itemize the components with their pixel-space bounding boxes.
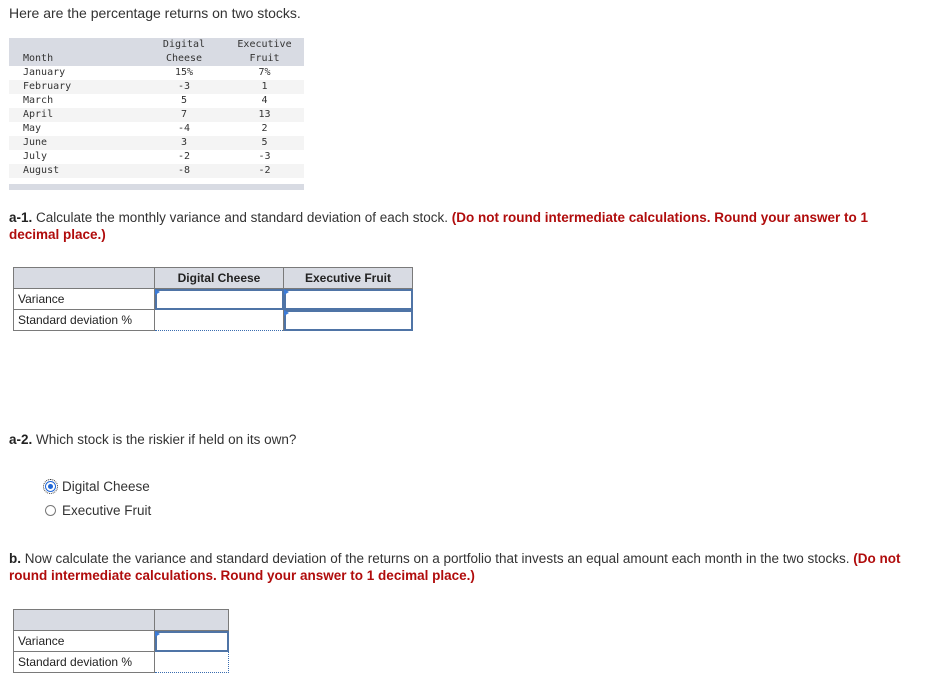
table-row: July -2 -3: [9, 150, 304, 164]
question-a1: a-1. Calculate the monthly variance and …: [9, 209, 909, 243]
digital-cheese-return: 15%: [174, 67, 194, 78]
executive-fruit-return: 2: [261, 123, 268, 134]
variance-executive-fruit-input[interactable]: [283, 288, 413, 310]
question-a2-label: a-2.: [9, 432, 33, 447]
radio-option-executive-fruit[interactable]: Executive Fruit: [45, 503, 151, 518]
std-dev-digital-cheese-input[interactable]: [154, 309, 284, 331]
table-row: April 7 13: [9, 108, 304, 122]
question-a1-text: Calculate the monthly variance and stand…: [32, 210, 452, 225]
radio-unselected-icon[interactable]: [45, 505, 56, 516]
row-label-variance: Variance: [13, 288, 155, 310]
table-footer-bar: [9, 184, 304, 190]
answer-row-variance: Variance: [13, 288, 413, 310]
digital-cheese-return: 7: [143, 108, 225, 122]
radio-selected-icon[interactable]: [43, 479, 58, 494]
table-row: February -3 1: [9, 80, 304, 94]
answer-table-header: Digital Cheese Executive Fruit: [13, 267, 413, 289]
month-cell: February: [9, 80, 143, 94]
intro-text: Here are the percentage returns on two s…: [9, 5, 301, 21]
month-cell: May: [23, 123, 42, 134]
col-header-executive-fruit: Executive Fruit: [283, 267, 413, 289]
answer-table-b: Variance Standard deviation %: [13, 609, 229, 673]
input-flag-icon: [155, 289, 160, 295]
executive-fruit-return: 13: [225, 108, 304, 122]
table-row: June 3 5: [9, 136, 304, 150]
executive-fruit-return: 7%: [258, 67, 271, 78]
executive-fruit-return: -2: [225, 164, 304, 178]
answer-row-std-dev: Standard deviation %: [13, 309, 413, 331]
question-a2: a-2. Which stock is the riskier if held …: [9, 431, 296, 448]
col-header-digital-cheese: Digital Cheese: [154, 267, 284, 289]
portfolio-variance-input[interactable]: [154, 630, 229, 652]
executive-fruit-return: 4: [261, 95, 268, 106]
portfolio-std-dev-input[interactable]: [154, 651, 229, 673]
table-header-row: Month Cheese Fruit: [9, 52, 304, 66]
row-label-variance: Variance: [13, 630, 155, 652]
month-cell: July: [23, 151, 48, 162]
input-flag-icon: [155, 631, 160, 637]
table-row: January 15% 7%: [9, 66, 304, 80]
answer-row-variance: Variance: [13, 630, 229, 652]
digital-cheese-return: -4: [177, 123, 191, 134]
digital-cheese-return: -3: [143, 80, 225, 94]
header-digital-line2: Cheese: [165, 53, 203, 64]
table-row: May -4 2: [9, 122, 304, 136]
digital-cheese-return: 5: [180, 95, 188, 106]
input-flag-icon: [284, 289, 289, 295]
question-b: b. Now calculate the variance and standa…: [9, 550, 909, 584]
executive-fruit-return: -3: [258, 151, 271, 162]
header-digital-line1: Digital: [162, 39, 206, 50]
digital-cheese-return: -2: [177, 151, 191, 162]
table-header-row: Digital Executive: [9, 38, 304, 52]
digital-cheese-return: 3: [143, 136, 225, 150]
month-cell: January: [23, 67, 66, 78]
question-b-text: Now calculate the variance and standard …: [21, 551, 854, 566]
question-b-label: b.: [9, 551, 21, 566]
answer-row-std-dev: Standard deviation %: [13, 651, 229, 673]
month-cell: August: [9, 164, 143, 178]
header-executive-line2: Fruit: [249, 53, 280, 64]
month-cell: April: [9, 108, 143, 122]
radio-option-digital-cheese[interactable]: Digital Cheese: [43, 479, 150, 494]
variance-digital-cheese-input[interactable]: [154, 288, 284, 310]
std-dev-executive-fruit-input[interactable]: [283, 309, 413, 331]
executive-fruit-return: 1: [225, 80, 304, 94]
input-flag-icon: [284, 310, 289, 316]
radio-label: Executive Fruit: [62, 503, 152, 518]
question-a1-label: a-1.: [9, 210, 33, 225]
row-label-std-dev: Standard deviation %: [13, 651, 155, 673]
month-cell: March: [23, 95, 54, 106]
row-label-std-dev: Standard deviation %: [13, 309, 155, 331]
table-row: March 5 4: [9, 94, 304, 108]
header-executive-line1: Executive: [237, 39, 292, 50]
returns-table: Digital Executive Month Cheese Fruit Jan…: [9, 38, 304, 190]
header-month: Month: [23, 53, 54, 64]
radio-label: Digital Cheese: [62, 479, 150, 494]
month-cell: June: [9, 136, 143, 150]
table-row: August -8 -2: [9, 164, 304, 178]
answer-table-a1: Digital Cheese Executive Fruit Variance …: [13, 267, 413, 331]
answer-table-header: [13, 609, 229, 631]
question-a2-text: Which stock is the riskier if held on it…: [32, 432, 297, 447]
executive-fruit-return: 5: [225, 136, 304, 150]
digital-cheese-return: -8: [143, 164, 225, 178]
